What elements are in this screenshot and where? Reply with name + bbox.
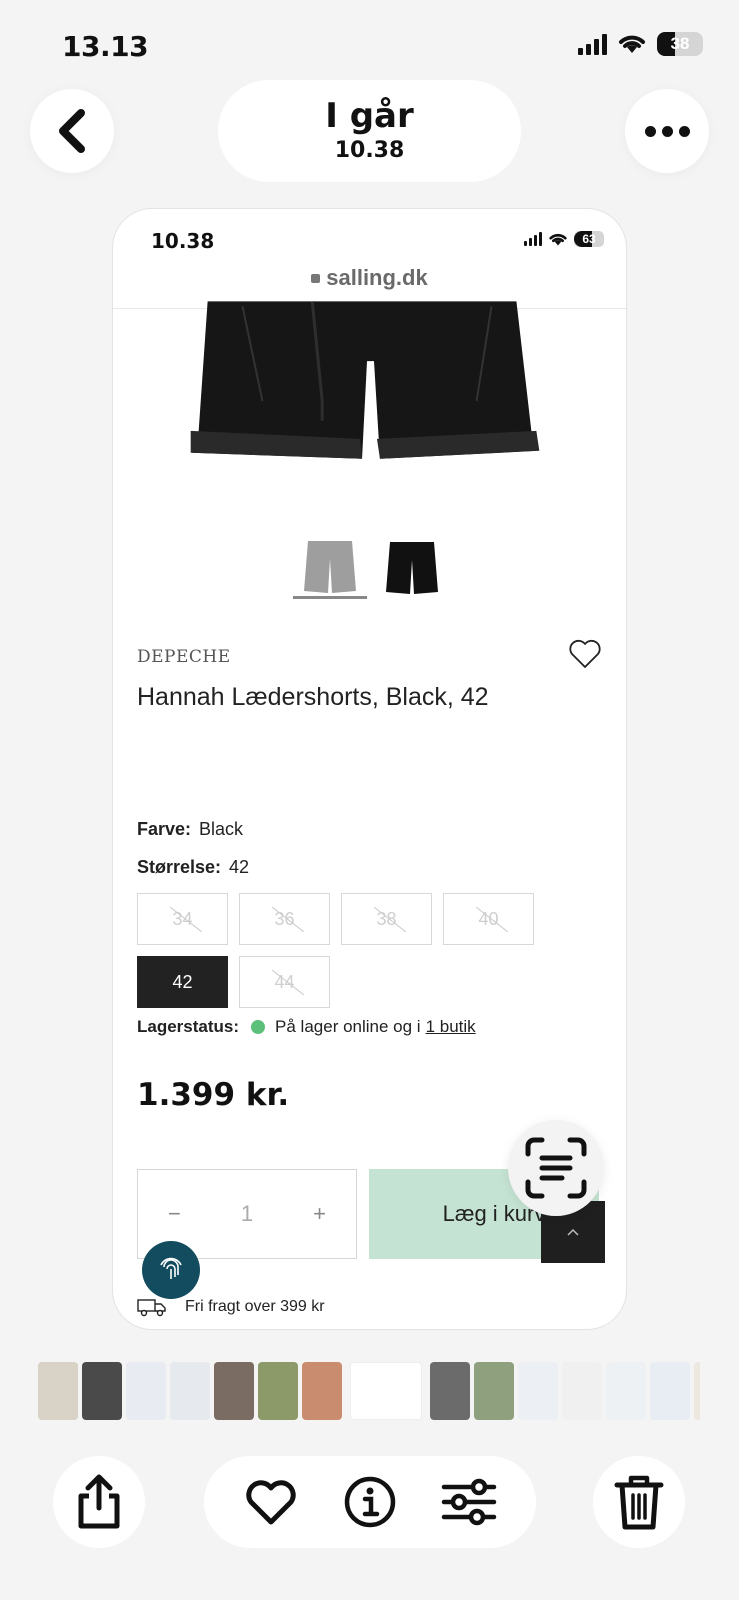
store-link[interactable]: 1 butik bbox=[426, 1017, 476, 1037]
thumbnail-item[interactable] bbox=[474, 1362, 514, 1420]
chevron-up-icon bbox=[567, 1228, 579, 1236]
shorts-thumbnail-icon bbox=[386, 542, 438, 594]
screenshot-thumbnail-strip[interactable] bbox=[38, 1362, 700, 1420]
stock-text: På lager online og i bbox=[275, 1017, 421, 1036]
info-button[interactable] bbox=[340, 1472, 400, 1532]
sliders-icon bbox=[441, 1478, 496, 1526]
date-title-day: I går bbox=[325, 96, 414, 136]
decrease-quantity-button[interactable]: − bbox=[168, 1201, 181, 1227]
more-button[interactable] bbox=[625, 89, 709, 173]
color-label: Farve: bbox=[137, 819, 192, 839]
thumbnail-item[interactable] bbox=[650, 1362, 690, 1420]
size-option-34[interactable]: 34 bbox=[137, 893, 228, 945]
lock-icon bbox=[311, 274, 321, 283]
chevron-left-icon bbox=[59, 109, 85, 153]
shorts-thumbnail-icon bbox=[304, 540, 356, 593]
size-option-36[interactable]: 36 bbox=[239, 893, 330, 945]
favorite-button[interactable] bbox=[241, 1472, 301, 1532]
date-title-time: 10.38 bbox=[334, 138, 405, 163]
thumbnail-item[interactable] bbox=[258, 1362, 298, 1420]
fingerprint-icon bbox=[160, 1257, 182, 1279]
thumbnail-item[interactable] bbox=[302, 1362, 342, 1420]
adjust-button[interactable] bbox=[439, 1472, 499, 1532]
date-title: I går 10.38 bbox=[218, 80, 521, 182]
color-value: Black bbox=[199, 819, 244, 839]
thumbnail-item[interactable] bbox=[38, 1362, 78, 1420]
share-button[interactable] bbox=[53, 1456, 145, 1548]
thumbnail-item[interactable] bbox=[694, 1362, 700, 1420]
back-button[interactable] bbox=[30, 89, 114, 173]
wifi-icon bbox=[619, 35, 645, 53]
product-brand[interactable]: DEPECHE bbox=[137, 647, 231, 667]
thumbnail-item[interactable] bbox=[170, 1362, 210, 1420]
thumbnail-item[interactable] bbox=[82, 1362, 122, 1420]
increase-quantity-button[interactable]: + bbox=[313, 1201, 326, 1227]
size-option-44[interactable]: 44 bbox=[239, 956, 330, 1008]
screenshot-time: 10.38 bbox=[151, 229, 215, 253]
thumbnail-item[interactable] bbox=[126, 1362, 166, 1420]
product-name: Hannah Lædershorts, Black, 42 bbox=[137, 683, 489, 711]
signal-icon bbox=[524, 232, 542, 246]
size-value: 42 bbox=[229, 857, 250, 877]
size-attribute: Størrelse: 42 bbox=[137, 857, 249, 878]
delete-button[interactable] bbox=[593, 1456, 685, 1548]
stock-label: Lagerstatus: bbox=[137, 1017, 240, 1036]
fingerprint-button[interactable] bbox=[142, 1241, 200, 1299]
wifi-icon bbox=[549, 233, 567, 245]
info-icon bbox=[344, 1476, 396, 1528]
heart-icon bbox=[246, 1480, 297, 1525]
thumbnail-grey[interactable] bbox=[293, 537, 367, 599]
screenshot-status-icons: 63 bbox=[524, 231, 604, 247]
action-pill bbox=[204, 1456, 536, 1548]
stock-status: Lagerstatus: På lager online og i 1 buti… bbox=[137, 1017, 476, 1037]
size-option-42[interactable]: 42 bbox=[137, 956, 228, 1008]
thumbnail-item[interactable] bbox=[430, 1362, 470, 1420]
bottom-toolbar bbox=[0, 1456, 739, 1548]
size-option-40[interactable]: 40 bbox=[443, 893, 534, 945]
size-label: Størrelse: bbox=[137, 857, 222, 877]
thumbnail-current[interactable] bbox=[350, 1362, 422, 1420]
live-text-icon bbox=[525, 1137, 587, 1199]
thumbnail-item[interactable] bbox=[214, 1362, 254, 1420]
size-option-38[interactable]: 38 bbox=[341, 893, 432, 945]
live-text-button[interactable] bbox=[508, 1120, 604, 1216]
thumbnail-item[interactable] bbox=[562, 1362, 602, 1420]
url-text: salling.dk bbox=[326, 265, 428, 290]
product-image bbox=[190, 301, 540, 459]
thumbnail-item[interactable] bbox=[518, 1362, 558, 1420]
wishlist-heart-icon[interactable] bbox=[568, 637, 602, 671]
in-stock-dot-icon bbox=[251, 1020, 266, 1034]
quantity-value[interactable]: 1 bbox=[241, 1201, 253, 1227]
battery-icon: 38 bbox=[657, 32, 703, 56]
trash-icon bbox=[614, 1475, 664, 1530]
share-icon bbox=[78, 1474, 120, 1529]
os-time: 13.13 bbox=[62, 30, 149, 63]
shipping-text: Fri fragt over 399 kr bbox=[185, 1298, 325, 1315]
image-thumbnails bbox=[293, 537, 449, 599]
product-price: 1.399 kr. bbox=[137, 1077, 290, 1113]
battery-icon: 63 bbox=[574, 231, 604, 247]
truck-icon bbox=[137, 1299, 166, 1317]
thumbnail-item[interactable] bbox=[606, 1362, 646, 1420]
os-status-icons: 38 bbox=[578, 32, 703, 56]
color-attribute: Farve: Black bbox=[137, 819, 243, 840]
thumbnail-black[interactable] bbox=[375, 537, 449, 599]
screenshot-status-bar: 10.38 63 bbox=[113, 209, 626, 259]
shipping-info: Fri fragt over 399 kr bbox=[137, 1297, 325, 1317]
os-status-bar: 13.13 38 bbox=[0, 0, 739, 90]
more-icon bbox=[644, 125, 690, 137]
signal-icon bbox=[578, 33, 607, 55]
